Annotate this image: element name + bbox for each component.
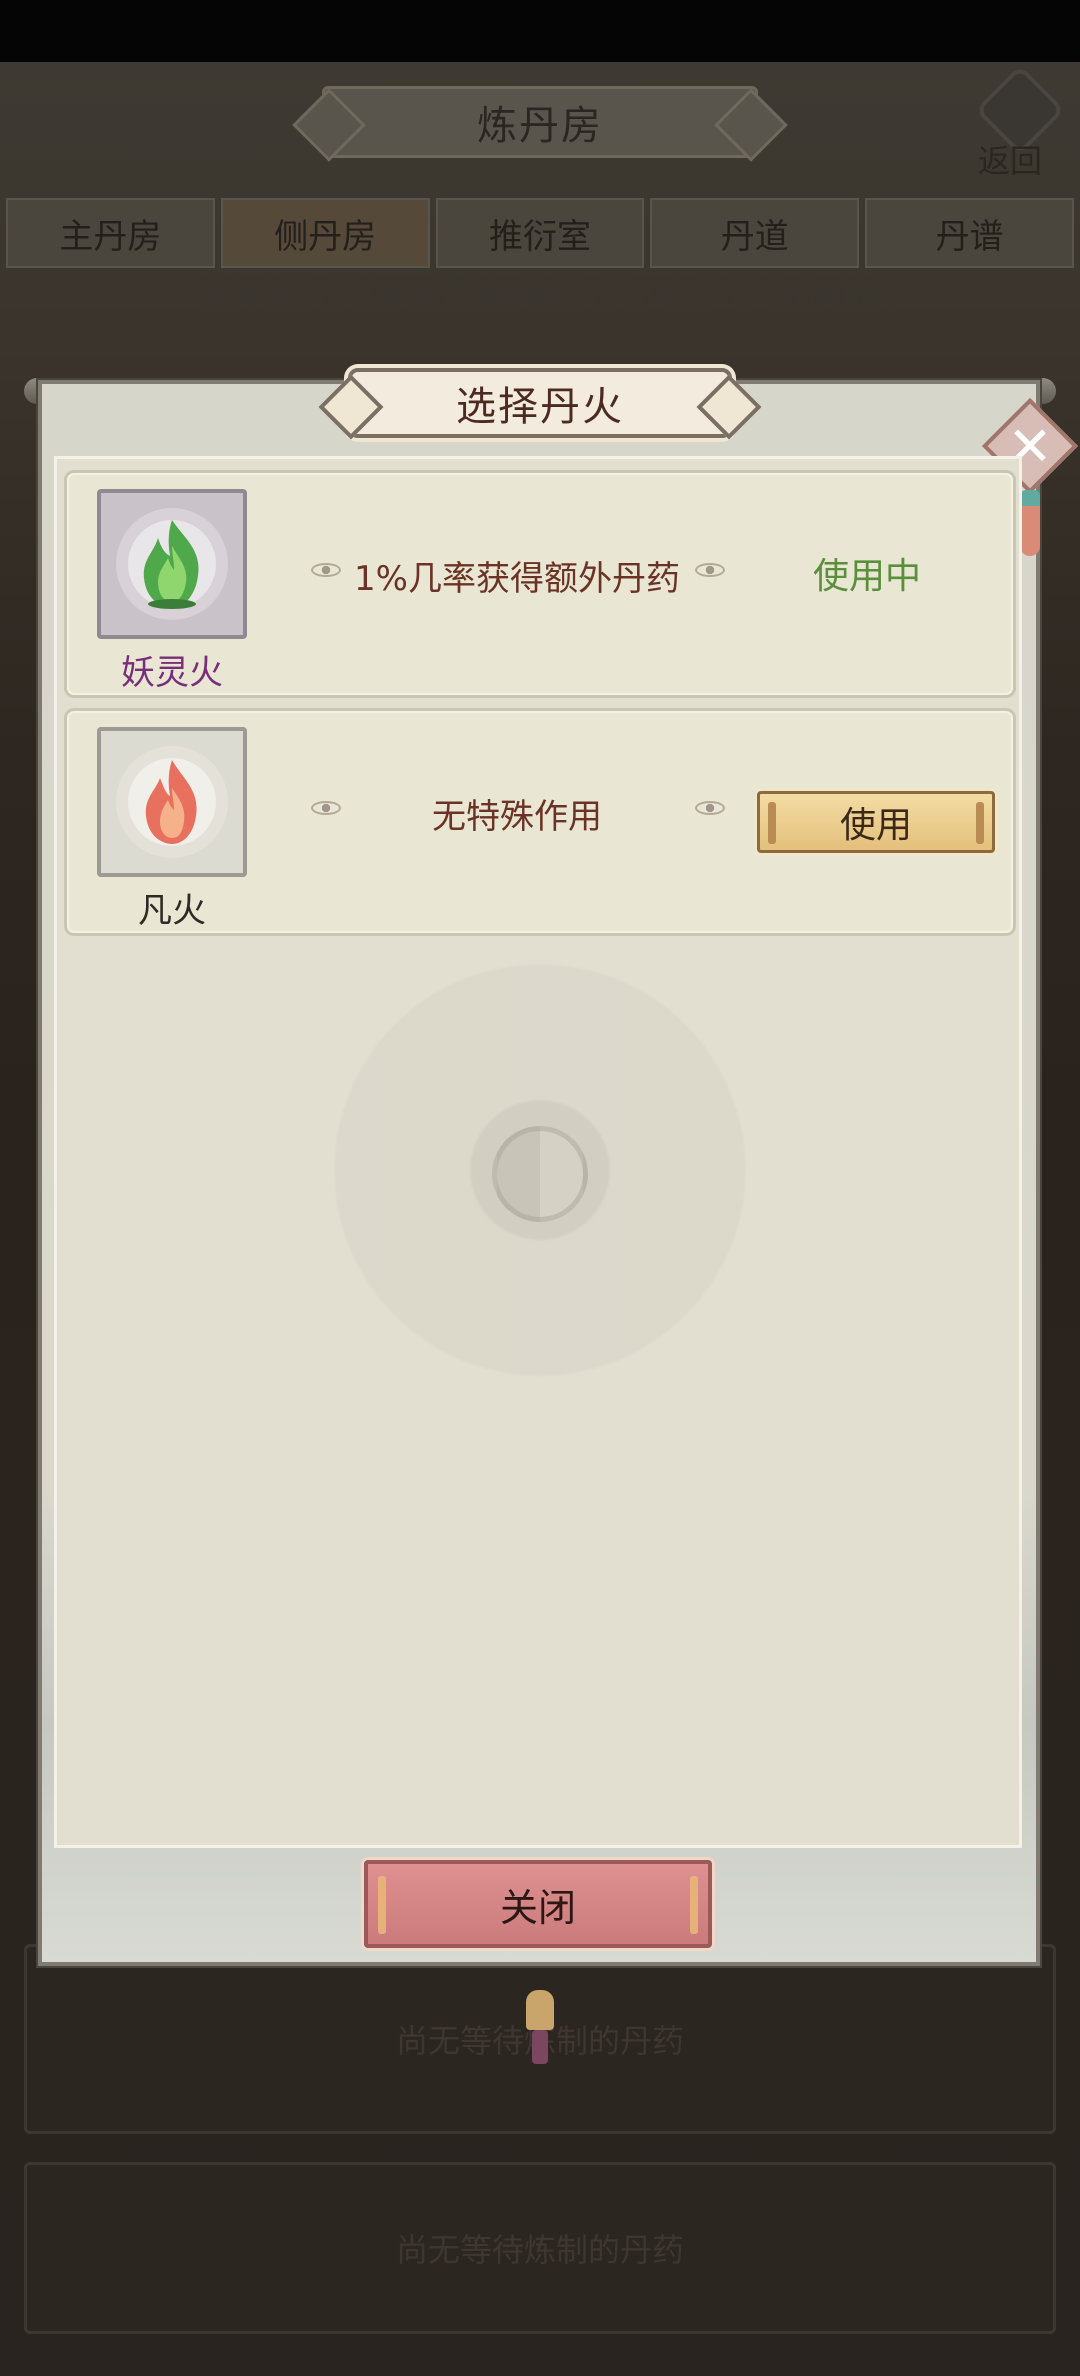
tab-main-room[interactable]: 主丹房 [6,198,215,268]
tab-recipes[interactable]: 丹谱 [865,198,1074,268]
page-title: 炼丹房 [477,103,603,149]
close-button[interactable]: 关闭 [364,1860,712,1948]
fire-row: 凡火 无特殊作用 使用 [64,708,1016,936]
dialog-title-plate: 选择丹火 [348,368,732,438]
fire-effect-text: 1%几率获得额外丹药 [354,559,680,599]
back-button[interactable]: 返回 [968,64,1066,182]
red-flame-icon [116,746,228,858]
fire-row: 妖灵火 1%几率获得额外丹药 使用中 [64,470,1016,698]
tab-deduction-room[interactable]: 推衍室 [435,198,645,268]
status-bar [0,0,1080,62]
fire-name: 凡火 [138,891,206,931]
eye-ornament-icon [695,801,725,815]
notice-text: 道童炼丹时所需的基础炼丹时间为主人的两倍 [200,274,880,314]
tab-bar: 主丹房 侧丹房 推衍室 丹道 丹谱 [0,198,1080,268]
page-title-plate: 炼丹房 [322,86,758,158]
fire-item-frame[interactable] [97,489,247,639]
dialog-title: 选择丹火 [456,384,624,430]
eye-ornament-icon [695,563,725,577]
fire-effect-text: 无特殊作用 [432,797,602,837]
back-label: 返回 [978,142,1043,180]
yin-yang-icon [492,1126,588,1222]
green-flame-icon [116,508,228,620]
tassel-decoration [1020,490,1040,556]
in-use-status: 使用中 [812,556,921,597]
queue-empty-text: 尚无等待炼制的丹药 [395,2231,684,2269]
tassel-decoration [532,2030,548,2064]
tab-dan-dao[interactable]: 丹道 [650,198,860,268]
use-fire-button[interactable]: 使用 [757,791,995,853]
tab-side-room[interactable]: 侧丹房 [220,198,430,268]
fire-name: 妖灵火 [121,653,223,693]
fire-item-frame[interactable] [97,727,247,877]
bell-ornament-icon [526,1990,554,2030]
queue-slot: 尚无等待炼制的丹药 [24,2162,1056,2334]
